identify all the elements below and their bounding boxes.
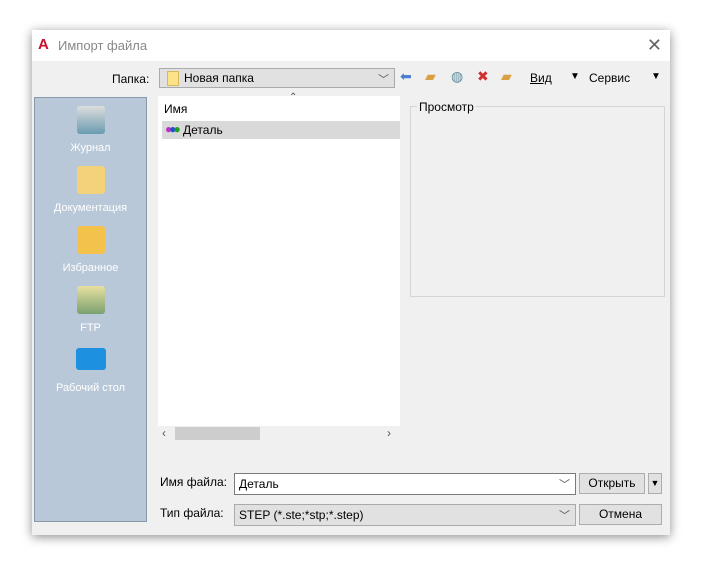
sidebar-item-label: Журнал <box>70 142 111 154</box>
folder-icon <box>167 70 179 86</box>
filetype-label: Тип файла: <box>160 506 224 520</box>
history-icon <box>76 106 105 134</box>
service-dropdown-icon[interactable]: ▼ <box>651 71 661 82</box>
scroll-thumb[interactable] <box>175 427 260 440</box>
open-options-dropdown-icon[interactable]: ▼ <box>648 473 662 494</box>
view-dropdown-icon[interactable]: ▼ <box>570 71 580 82</box>
folder-label: Папка: <box>112 72 150 86</box>
sort-ascending-icon: ⌃ <box>289 92 298 103</box>
autocad-icon: A <box>38 36 49 53</box>
close-icon[interactable]: ✕ <box>647 35 662 56</box>
new-folder-icon[interactable]: ▰ <box>501 68 512 85</box>
column-header-name[interactable]: Имя <box>164 102 187 116</box>
chevron-down-icon: ﹀ <box>559 479 570 491</box>
scroll-left-icon[interactable]: ‹ <box>162 426 166 440</box>
filetype-select[interactable]: STEP (*.ste;*stp;*.step) ﹀ <box>234 504 576 526</box>
up-folder-icon[interactable]: ▰ <box>425 68 436 85</box>
view-menu[interactable]: Вид <box>530 71 552 85</box>
preview-panel <box>410 106 665 297</box>
horizontal-scrollbar[interactable]: ‹ › <box>158 426 400 441</box>
list-item[interactable]: ●●● Деталь <box>162 121 400 139</box>
documents-icon <box>76 166 105 194</box>
filename-input[interactable]: Деталь ﹀ <box>234 473 576 495</box>
import-file-dialog: A Импорт файла ✕ Папка: Новая папка ﹀ ⬅ … <box>32 30 670 535</box>
folder-select[interactable]: Новая папка ﹀ <box>159 68 395 88</box>
sidebar-item-documents[interactable]: Документация <box>35 166 146 214</box>
file-name: Деталь <box>183 123 223 137</box>
sidebar-item-label: Рабочий стол <box>55 382 126 394</box>
folder-value: Новая папка <box>184 71 254 85</box>
sidebar-item-ftp[interactable]: FTP <box>35 286 146 334</box>
sidebar-item-label: Документация <box>53 202 128 214</box>
back-icon[interactable]: ⬅ <box>400 68 412 85</box>
preview-label: Просмотр <box>417 100 476 114</box>
title-bar: A Импорт файла ✕ <box>32 30 670 61</box>
chevron-down-icon: ﹀ <box>378 74 389 86</box>
sidebar-item-favorites[interactable]: Избранное <box>35 226 146 274</box>
chevron-down-icon: ﹀ <box>559 510 570 522</box>
file-list: ⌃ Имя ●●● Деталь <box>158 92 400 441</box>
sidebar-item-label: FTP <box>80 322 101 334</box>
cancel-button[interactable]: Отмена <box>579 504 662 525</box>
scroll-right-icon[interactable]: › <box>387 426 391 440</box>
sidebar-item-desktop[interactable]: Рабочий стол <box>35 348 146 394</box>
service-menu[interactable]: Сервис <box>589 71 630 85</box>
filename-label: Имя файла: <box>160 475 227 489</box>
filename-value: Деталь <box>239 477 279 491</box>
window-title: Импорт файла <box>58 38 148 53</box>
delete-icon[interactable]: ✖ <box>477 68 489 85</box>
places-sidebar: Журнал Документация Избранное FTP Рабочи… <box>34 97 147 522</box>
sidebar-item-label: Избранное <box>62 262 119 274</box>
filetype-value: STEP (*.ste;*stp;*.step) <box>239 508 364 522</box>
desktop-icon <box>75 348 106 370</box>
sidebar-item-history[interactable]: Журнал <box>35 106 146 154</box>
ftp-icon <box>76 286 105 314</box>
part-file-icon: ●●● <box>165 122 181 136</box>
favorites-icon <box>76 226 105 254</box>
search-web-icon[interactable]: ◍ <box>451 68 463 85</box>
open-button[interactable]: Открыть <box>579 473 645 494</box>
